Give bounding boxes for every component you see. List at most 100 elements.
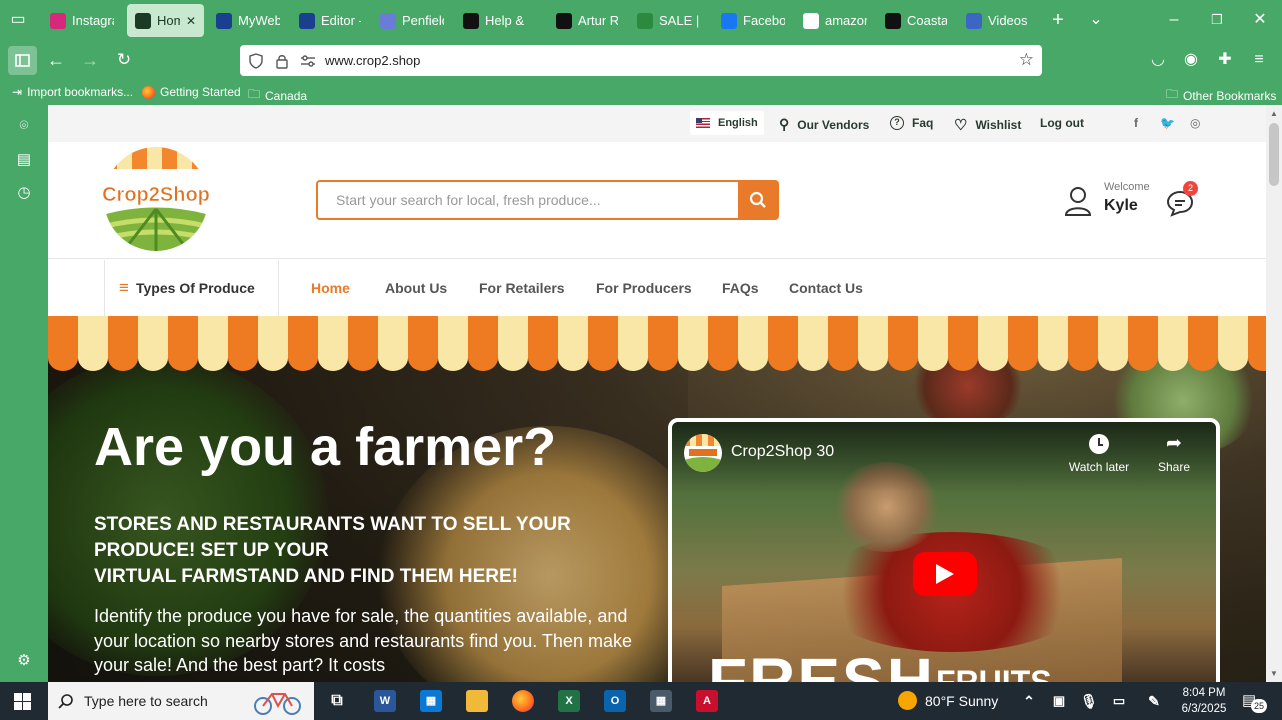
tab-list-chevron-icon[interactable]: ⌄ <box>1084 8 1108 32</box>
wishlist-link[interactable]: ♡ Wishlist <box>954 116 1021 134</box>
firefox-taskbar-icon[interactable] <box>512 690 534 712</box>
browser-tab[interactable]: Coastal <box>877 4 955 37</box>
sidebar-toggle-icon[interactable] <box>8 46 37 75</box>
logout-link[interactable]: Log out <box>1040 116 1084 130</box>
bookmark-star-icon[interactable]: ☆ <box>1019 50 1034 70</box>
share-button[interactable]: ➦ Share <box>1152 434 1196 478</box>
facebook-icon[interactable]: f <box>1134 116 1138 130</box>
watch-later-button[interactable]: Watch later <box>1062 434 1136 478</box>
lock-icon <box>276 54 288 69</box>
file-explorer-icon[interactable] <box>466 690 488 712</box>
show-hidden-icons-chevron[interactable]: ⌃ <box>1018 690 1040 712</box>
outlook-icon[interactable]: O <box>604 690 626 712</box>
extensions-icon[interactable]: ✚ <box>1213 48 1237 72</box>
browser-tab[interactable]: Help & <box>455 4 545 37</box>
browser-sidebar: ⌾ ▤ ◷ ⚙ <box>0 105 48 682</box>
close-window-icon[interactable]: ✕ <box>1248 8 1272 32</box>
penfield-icon <box>380 12 396 29</box>
nav-contact-us[interactable]: Contact Us <box>789 280 863 296</box>
browser-tab[interactable]: MyWeb <box>208 4 288 37</box>
reload-icon[interactable]: ↻ <box>112 48 136 72</box>
minimize-icon[interactable]: – <box>1162 8 1186 32</box>
twitter-icon[interactable]: 🐦 <box>1160 116 1175 130</box>
nav-faqs[interactable]: FAQs <box>722 280 759 296</box>
language-selector[interactable]: English <box>690 111 764 135</box>
channel-avatar[interactable] <box>684 434 722 472</box>
pocket-icon[interactable]: ◡ <box>1146 48 1170 72</box>
restore-icon[interactable]: ❐ <box>1205 8 1229 32</box>
url-text[interactable]: www.crop2.shop <box>325 53 420 68</box>
video-title[interactable]: Crop2Shop 30 <box>731 443 834 461</box>
browser-tab[interactable]: Home ✕ <box>127 4 204 37</box>
acrobat-icon[interactable]: A <box>696 690 718 712</box>
weather-widget[interactable]: 80°F Sunny <box>898 691 998 710</box>
messages-button[interactable]: 2 <box>1166 181 1198 217</box>
scroll-down-icon[interactable]: ▼ <box>1270 669 1278 678</box>
share-label: Share <box>1157 460 1191 474</box>
nav-about-us[interactable]: About Us <box>385 280 447 296</box>
address-bar[interactable]: www.crop2.shop ☆ <box>240 45 1042 76</box>
microphone-icon[interactable]: 🎙 <box>1078 690 1100 712</box>
browser-tab[interactable]: Artur Re <box>548 4 626 37</box>
types-of-produce-menu[interactable]: ≡ Types Of Produce <box>104 260 279 316</box>
nav-for-retailers[interactable]: For Retailers <box>479 280 565 296</box>
site-settings-icon[interactable] <box>300 54 316 68</box>
page-scrollbar[interactable]: ▲ ▼ <box>1266 105 1282 682</box>
faq-top-link[interactable]: ? Faq <box>890 116 933 130</box>
user-account[interactable]: Welcome Kyle <box>1064 181 1150 219</box>
microsoft-store-icon[interactable]: ▦ <box>420 690 442 712</box>
browser-tab[interactable]: SALE | C <box>629 4 711 37</box>
scroll-up-icon[interactable]: ▲ <box>1270 109 1278 118</box>
tab-label: Penfield <box>402 13 444 28</box>
browser-tab[interactable]: Faceboo <box>713 4 793 37</box>
menu-hamburger-icon[interactable]: ≡ <box>1247 48 1271 72</box>
scrollbar-thumb[interactable] <box>1269 123 1279 186</box>
our-vendors-link[interactable]: ⚲ Our Vendors <box>779 116 869 133</box>
awning-stripe <box>78 316 108 371</box>
site-logo[interactable]: Crop2Shop <box>102 145 210 253</box>
new-tab-icon[interactable]: + <box>1046 8 1070 32</box>
search-button[interactable] <box>738 182 777 218</box>
awning-stripe <box>768 316 798 371</box>
hero-subtitle-line: PRODUCE! SET UP YOUR <box>94 540 329 561</box>
hero-body: Identify the produce you have for sale, … <box>94 606 632 675</box>
task-view-icon[interactable]: ⧉ <box>326 690 348 712</box>
tab-label: Coastal <box>907 13 947 28</box>
video-player[interactable]: Crop2Shop 30 Watch later ➦ Share FRESH F… <box>668 418 1220 682</box>
browser-tab[interactable]: Instagra <box>42 4 122 37</box>
word-icon[interactable]: W <box>374 690 396 712</box>
nav-for-producers[interactable]: For Producers <box>596 280 692 296</box>
synced-tabs-icon[interactable]: ▤ <box>14 150 34 170</box>
clock[interactable]: 8:04 PM 6/3/2025 <box>1172 685 1236 717</box>
ai-chat-icon[interactable]: ⌾ <box>14 116 34 136</box>
account-icon[interactable]: ◉ <box>1179 48 1203 72</box>
windows-start-icon[interactable] <box>14 693 31 710</box>
bookmark-getting-started[interactable]: Getting Started <box>142 85 241 99</box>
notifications-button[interactable]: ▤ 25 <box>1242 691 1268 713</box>
search-input[interactable] <box>318 182 740 218</box>
awning-stripe <box>378 316 408 371</box>
browser-tab[interactable]: Videos | <box>958 4 1038 37</box>
nav-home[interactable]: Home <box>311 280 350 296</box>
browser-tab[interactable]: amazon <box>795 4 875 37</box>
back-arrow-icon[interactable]: ← <box>44 48 68 72</box>
history-icon[interactable]: ◷ <box>14 183 34 203</box>
excel-icon[interactable]: X <box>558 690 580 712</box>
battery-icon[interactable]: ▭ <box>1108 690 1130 712</box>
tab-overview-icon[interactable]: ▭ <box>6 8 30 32</box>
browser-tab[interactable]: Editor - <box>291 4 369 37</box>
bookmark-canada[interactable]: 🗀 Canada <box>248 85 307 106</box>
meet-now-icon[interactable]: ▣ <box>1048 690 1070 712</box>
taskbar-search-box[interactable]: Type here to search <box>48 682 314 720</box>
pen-icon[interactable]: ✎ <box>1143 690 1165 712</box>
play-button[interactable] <box>913 552 977 596</box>
instagram-icon[interactable]: ◎ <box>1190 116 1200 130</box>
customize-sidebar-gear-icon[interactable]: ⚙ <box>14 651 34 671</box>
calculator-icon[interactable]: ▦ <box>650 690 672 712</box>
close-tab-icon[interactable]: ✕ <box>186 14 196 28</box>
browser-tab[interactable]: Penfield <box>372 4 452 37</box>
notification-count: 25 <box>1251 699 1267 713</box>
bookmark-other[interactable]: 🗀 Other Bookmarks <box>1166 85 1276 106</box>
forward-arrow-icon[interactable]: → <box>78 48 102 72</box>
bookmark-import[interactable]: ⇥ Import bookmarks... <box>12 85 133 99</box>
